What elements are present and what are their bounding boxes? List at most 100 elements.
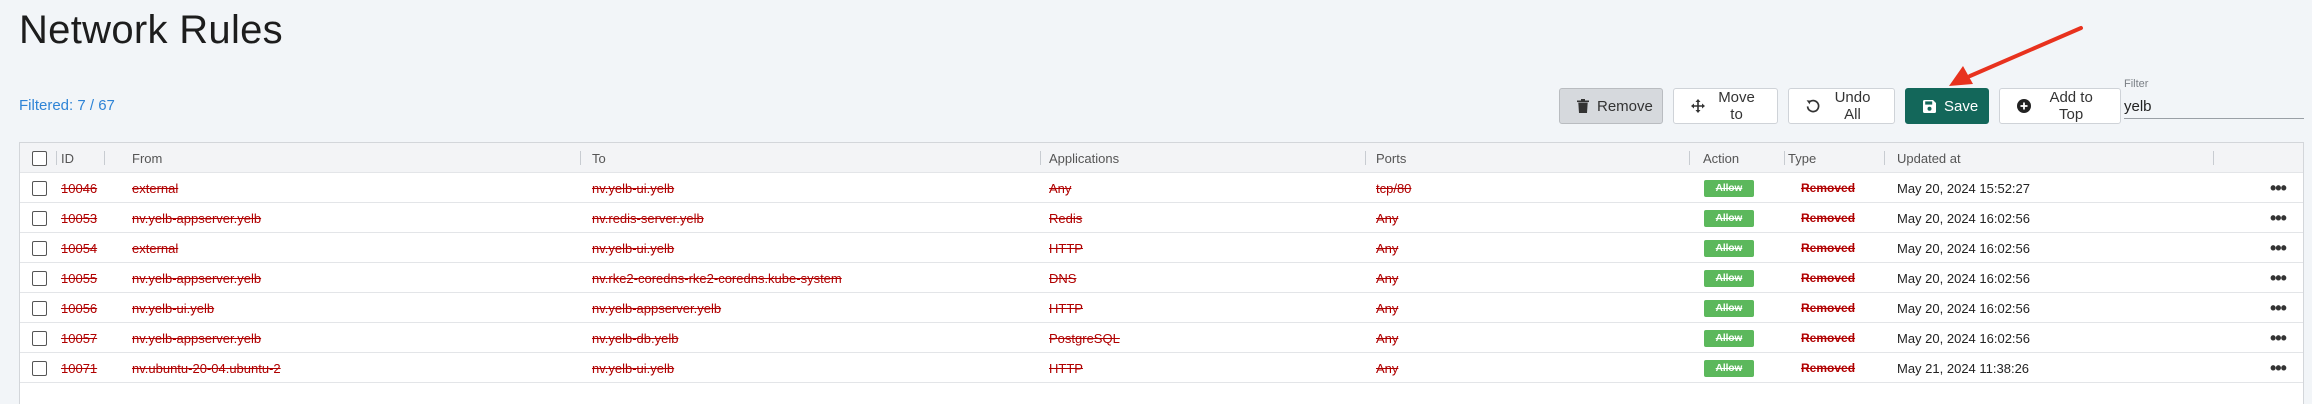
row-menu-cell: ••• — [2270, 173, 2287, 203]
row-menu-cell: ••• — [2270, 353, 2287, 383]
header-id[interactable]: ID — [61, 143, 74, 173]
undo-all-button-label: Undo All — [1834, 89, 1871, 123]
move-to-button[interactable]: Move to — [1673, 88, 1778, 124]
cell-type: Removed — [1801, 173, 1855, 203]
plus-circle-icon — [2017, 98, 2032, 114]
row-checkbox[interactable] — [32, 180, 47, 196]
row-checkbox[interactable] — [32, 330, 47, 346]
filtered-count: Filtered: 7 / 67 — [19, 97, 115, 114]
table-body: 10046 external nv.yelb-ui.yelb Any tcp/8… — [20, 173, 2303, 383]
header-action[interactable]: Action — [1703, 143, 1739, 173]
column-separator — [1689, 151, 1690, 165]
filter-field: Filter — [2124, 78, 2304, 119]
cell-from: nv.yelb-appserver.yelb — [132, 330, 262, 346]
add-to-top-button[interactable]: Add to Top — [1999, 88, 2121, 124]
column-separator — [104, 151, 105, 165]
ellipsis-icon[interactable]: ••• — [2270, 238, 2287, 259]
row-menu-cell: ••• — [2270, 293, 2287, 323]
cell-applications: Redis — [1049, 210, 1083, 226]
table-row[interactable]: 10057 nv.yelb-appserver.yelb nv.yelb-db.… — [20, 323, 2303, 353]
header-type[interactable]: Type — [1788, 143, 1816, 173]
cell-applications: PostgreSQL — [1049, 330, 1120, 346]
cell-action: Allow — [1704, 263, 1754, 293]
action-badge: Allow — [1704, 239, 1754, 257]
cell-updated-at: May 21, 2024 11:38:26 — [1897, 360, 2030, 376]
row-menu-cell: ••• — [2270, 263, 2287, 293]
cell-id: 10055 — [61, 270, 98, 286]
row-checkbox[interactable] — [32, 300, 47, 316]
save-button[interactable]: Save — [1905, 88, 1989, 124]
cell-updated-at: May 20, 2024 16:02:56 — [1897, 270, 2030, 286]
cell-applications: HTTP — [1049, 360, 1083, 376]
header-updated-at[interactable]: Updated at — [1897, 143, 1961, 173]
cell-updated-at: May 20, 2024 16:02:56 — [1897, 240, 2030, 256]
action-badge: Allow — [1704, 299, 1754, 317]
cell-type: Removed — [1801, 203, 1855, 233]
table-header-row: ID From To Applications Ports Action Typ… — [20, 143, 2303, 173]
cell-ports: Any — [1376, 240, 1399, 256]
cell-ports: Any — [1376, 360, 1399, 376]
ellipsis-icon[interactable]: ••• — [2270, 178, 2287, 199]
select-all-checkbox[interactable] — [32, 150, 47, 166]
rules-table: ID From To Applications Ports Action Typ… — [19, 142, 2304, 404]
table-row[interactable]: 10053 nv.yelb-appserver.yelb nv.redis-se… — [20, 203, 2303, 233]
ellipsis-icon[interactable]: ••• — [2270, 328, 2287, 349]
cell-updated-at: May 20, 2024 16:02:56 — [1897, 330, 2030, 346]
type-badge: Removed — [1801, 241, 1856, 255]
cell-id: 10046 — [61, 180, 98, 196]
cell-from: external — [132, 240, 179, 256]
cell-type: Removed — [1801, 293, 1855, 323]
action-badge: Allow — [1704, 359, 1754, 377]
ellipsis-icon[interactable]: ••• — [2270, 268, 2287, 289]
ellipsis-icon[interactable]: ••• — [2270, 298, 2287, 319]
remove-button[interactable]: Remove — [1559, 88, 1663, 124]
ellipsis-icon[interactable]: ••• — [2270, 358, 2287, 379]
column-separator — [1784, 151, 1785, 165]
cell-id: 10057 — [61, 330, 98, 346]
cell-id: 10056 — [61, 300, 98, 316]
header-ports[interactable]: Ports — [1376, 143, 1406, 173]
row-checkbox-cell — [32, 293, 47, 323]
row-menu-cell: ••• — [2270, 203, 2287, 233]
cell-ports: Any — [1376, 300, 1399, 316]
cell-applications: HTTP — [1049, 240, 1083, 256]
ellipsis-icon[interactable]: ••• — [2270, 208, 2287, 229]
cell-applications: DNS — [1049, 270, 1077, 286]
type-badge: Removed — [1801, 181, 1856, 195]
cell-to: nv.rke2-coredns-rke2-coredns.kube-system — [592, 270, 842, 286]
table-row[interactable]: 10046 external nv.yelb-ui.yelb Any tcp/8… — [20, 173, 2303, 203]
row-checkbox[interactable] — [32, 360, 47, 376]
cell-action: Allow — [1704, 173, 1754, 203]
row-checkbox[interactable] — [32, 240, 47, 256]
row-checkbox-cell — [32, 203, 47, 233]
row-menu-cell: ••• — [2270, 233, 2287, 263]
cell-id: 10071 — [61, 360, 98, 376]
row-checkbox-cell — [32, 173, 47, 203]
table-row[interactable]: 10055 nv.yelb-appserver.yelb nv.rke2-cor… — [20, 263, 2303, 293]
cell-to: nv.yelb-ui.yelb — [592, 240, 675, 256]
cell-from: nv.ubuntu-20-04.ubuntu-2 — [132, 360, 281, 376]
header-from[interactable]: From — [132, 143, 162, 173]
cell-to: nv.redis-server.yelb — [592, 210, 704, 226]
undo-all-button[interactable]: Undo All — [1788, 88, 1895, 124]
undo-icon — [1806, 98, 1820, 114]
move-to-button-label: Move to — [1718, 89, 1755, 123]
header-applications[interactable]: Applications — [1049, 143, 1119, 173]
row-menu-cell: ••• — [2270, 323, 2287, 353]
column-separator — [580, 151, 581, 165]
row-checkbox[interactable] — [32, 270, 47, 286]
table-row[interactable]: 10056 nv.yelb-ui.yelb nv.yelb-appserver.… — [20, 293, 2303, 323]
filter-input[interactable] — [2124, 95, 2304, 119]
header-to[interactable]: To — [592, 143, 606, 173]
table-row[interactable]: 10054 external nv.yelb-ui.yelb HTTP Any … — [20, 233, 2303, 263]
cell-type: Removed — [1801, 323, 1855, 353]
cell-from: nv.yelb-appserver.yelb — [132, 270, 262, 286]
row-checkbox-cell — [32, 263, 47, 293]
cell-applications: Any — [1049, 180, 1072, 196]
table-row[interactable]: 10071 nv.ubuntu-20-04.ubuntu-2 nv.yelb-u… — [20, 353, 2303, 383]
row-checkbox[interactable] — [32, 210, 47, 226]
cell-type: Removed — [1801, 263, 1855, 293]
column-separator — [1884, 151, 1885, 165]
cell-id: 10053 — [61, 210, 98, 226]
page-title: Network Rules — [19, 8, 283, 52]
